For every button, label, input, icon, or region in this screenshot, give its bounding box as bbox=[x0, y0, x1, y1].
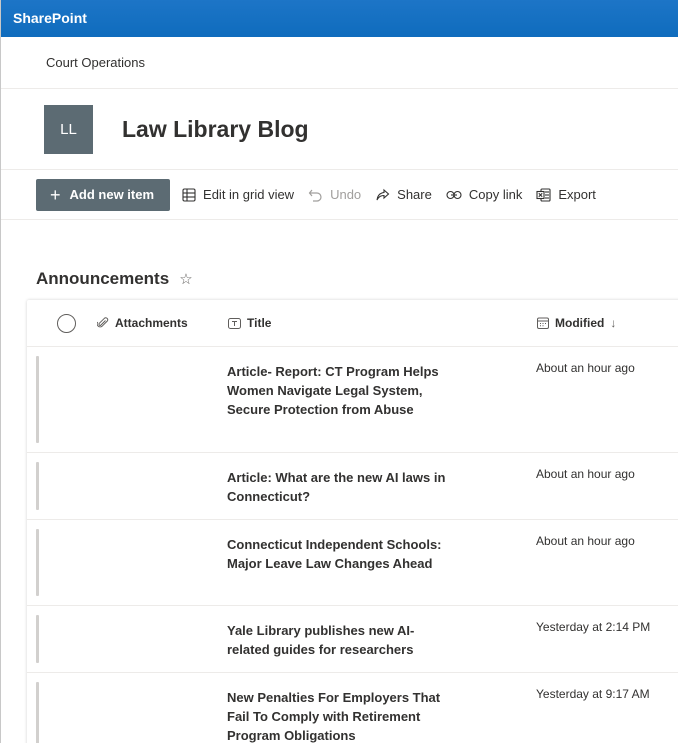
list-title[interactable]: Announcements bbox=[36, 269, 169, 289]
export-button[interactable]: Export bbox=[536, 187, 596, 202]
suite-bar: SharePoint bbox=[1, 0, 678, 37]
hub-site-link[interactable]: Court Operations bbox=[46, 55, 145, 70]
list-view: Attachments Title Modified ↓ Article- Re… bbox=[27, 300, 678, 743]
site-title[interactable]: Law Library Blog bbox=[122, 116, 309, 143]
hub-nav: Court Operations bbox=[1, 37, 678, 89]
row-title[interactable]: New Penalties For Employers That Fail To… bbox=[227, 688, 449, 743]
plus-icon: + bbox=[50, 184, 61, 205]
undo-label: Undo bbox=[330, 187, 362, 202]
row-title[interactable]: Article- Report: CT Program Helps Women … bbox=[227, 362, 449, 419]
copy-link-label: Copy link bbox=[468, 187, 523, 202]
column-attachments-label: Attachments bbox=[115, 316, 188, 330]
paperclip-icon bbox=[97, 317, 109, 328]
column-title-label: Title bbox=[247, 316, 272, 330]
row-select-bar[interactable] bbox=[36, 462, 39, 510]
site-logo[interactable]: LL bbox=[44, 104, 93, 154]
column-header-modified[interactable]: Modified ↓ bbox=[537, 316, 616, 330]
sort-descending-icon: ↓ bbox=[610, 316, 617, 330]
link-icon bbox=[446, 190, 462, 199]
list-row[interactable]: Yale Library publishes new AI-related gu… bbox=[27, 606, 678, 673]
select-all-checkbox[interactable] bbox=[57, 314, 76, 333]
row-select-bar[interactable] bbox=[36, 529, 39, 596]
grid-icon bbox=[182, 187, 196, 202]
add-new-item-button[interactable]: + Add new item bbox=[36, 178, 171, 211]
command-bar: + Add new item Edit in grid view Undo Sh… bbox=[1, 170, 678, 220]
edit-grid-view-label: Edit in grid view bbox=[203, 187, 295, 202]
edit-grid-view-button[interactable]: Edit in grid view bbox=[182, 187, 294, 202]
site-header: LL Law Library Blog bbox=[1, 89, 678, 170]
column-header-row: Attachments Title Modified ↓ bbox=[27, 300, 678, 347]
share-icon bbox=[376, 188, 390, 200]
row-modified: Yesterday at 9:17 AM bbox=[536, 687, 650, 701]
column-header-title[interactable]: Title bbox=[228, 316, 271, 330]
row-title[interactable]: Connecticut Independent Schools: Major L… bbox=[227, 535, 449, 573]
row-title[interactable]: Yale Library publishes new AI-related gu… bbox=[227, 621, 449, 659]
row-title[interactable]: Article: What are the new AI laws in Con… bbox=[227, 468, 449, 506]
excel-icon bbox=[536, 187, 551, 202]
copy-link-button[interactable]: Copy link bbox=[446, 187, 522, 202]
row-select-bar[interactable] bbox=[36, 682, 39, 743]
undo-icon bbox=[308, 189, 322, 202]
site-logo-initials: LL bbox=[60, 120, 77, 138]
star-icon[interactable]: ☆ bbox=[179, 270, 192, 288]
row-select-bar[interactable] bbox=[36, 356, 39, 443]
app-name[interactable]: SharePoint bbox=[13, 10, 87, 26]
list-row[interactable]: Article- Report: CT Program Helps Women … bbox=[27, 347, 678, 453]
share-button[interactable]: Share bbox=[375, 187, 432, 202]
list-row[interactable]: Connecticut Independent Schools: Major L… bbox=[27, 520, 678, 606]
row-modified: About an hour ago bbox=[536, 467, 635, 481]
row-select-bar[interactable] bbox=[36, 615, 39, 663]
calendar-icon bbox=[537, 317, 549, 329]
list-title-row: Announcements ☆ bbox=[1, 265, 678, 293]
row-modified: About an hour ago bbox=[536, 534, 635, 548]
undo-button[interactable]: Undo bbox=[308, 187, 361, 202]
column-modified-label: Modified bbox=[555, 316, 605, 330]
list-row[interactable]: Article: What are the new AI laws in Con… bbox=[27, 453, 678, 520]
add-new-item-label: Add new item bbox=[69, 187, 155, 202]
row-modified: About an hour ago bbox=[536, 361, 635, 375]
share-label: Share bbox=[397, 187, 432, 202]
text-field-icon bbox=[228, 317, 241, 329]
export-label: Export bbox=[558, 187, 596, 202]
row-modified: Yesterday at 2:14 PM bbox=[536, 620, 651, 634]
list-row[interactable]: New Penalties For Employers That Fail To… bbox=[27, 673, 678, 743]
column-header-attachments[interactable]: Attachments bbox=[97, 316, 188, 330]
